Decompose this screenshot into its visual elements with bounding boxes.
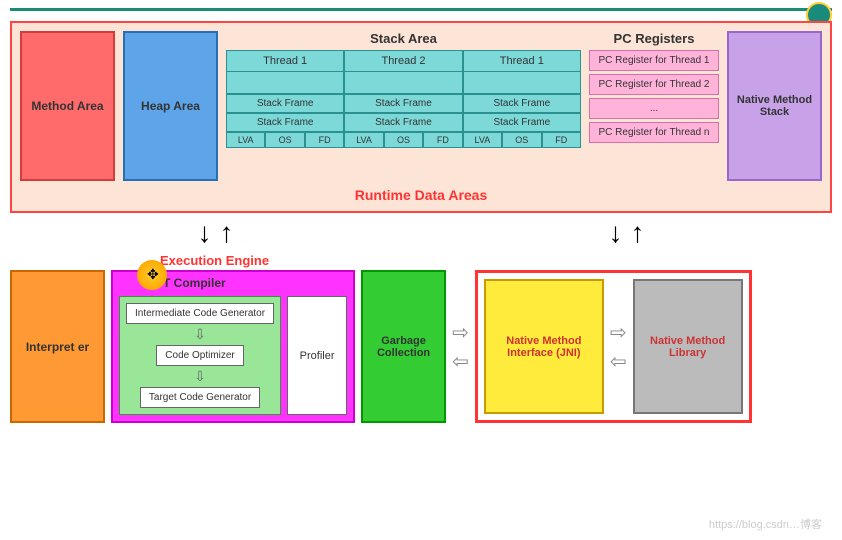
runtime-data-areas: Method Area Heap Area Stack Area Thread … — [10, 21, 832, 213]
arrows-row: ↓↑ ↓↑ — [10, 213, 832, 253]
stack-frame: Stack Frame — [463, 113, 581, 132]
lva-cell: LVA — [463, 132, 502, 148]
method-area-box: Method Area — [20, 31, 115, 181]
pc-registers: PC Registers PC Register for Thread 1 PC… — [589, 31, 719, 181]
stack-frame: Stack Frame — [344, 94, 462, 113]
target-code-generator: Target Code Generator — [140, 387, 260, 408]
pc-register-item: PC Register for Thread 2 — [589, 74, 719, 95]
fd-cell: FD — [423, 132, 462, 148]
native-interface-group: Native Method Interface (JNI) ⇨⇦ Native … — [475, 270, 752, 423]
thread-header: Thread 2 — [344, 50, 462, 72]
stack-area: Stack Area Thread 1 Thread 2 Thread 1 St… — [226, 31, 581, 181]
top-divider — [10, 8, 832, 11]
arrow-down-icon: ⇩ — [194, 326, 206, 343]
arrow-down-icon: ↓ — [609, 217, 623, 249]
stack-frame: Stack Frame — [226, 94, 344, 113]
os-cell: OS — [502, 132, 541, 148]
stack-frame: Stack Frame — [344, 113, 462, 132]
thread-header: Thread 1 — [226, 50, 344, 72]
pc-register-item: PC Register for Thread n — [589, 122, 719, 143]
garbage-collection-box: Garbage Collection — [361, 270, 446, 423]
intermediate-code-generator: Intermediate Code Generator — [126, 303, 274, 324]
arrow-left-icon: ⇦ — [452, 349, 469, 374]
fd-cell: FD — [305, 132, 344, 148]
cursor-icon: ✥ — [147, 266, 159, 283]
arrow-up-icon: ↑ — [631, 217, 645, 249]
arrow-right-icon: ⇨ — [452, 320, 469, 345]
cursor-highlight-icon: ✥ — [137, 260, 167, 290]
interpreter-box: Interpret er — [10, 270, 105, 423]
lva-cell: LVA — [344, 132, 383, 148]
watermark: https://blog.csdn…博客 — [709, 516, 822, 532]
arrow-left-icon: ⇦ — [610, 349, 627, 374]
execution-engine-label: Execution Engine — [160, 253, 832, 268]
h-arrows: ⇨⇦ — [452, 270, 469, 423]
profiler-box: Profiler — [287, 296, 347, 415]
stack-frame: Stack Frame — [463, 94, 581, 113]
native-method-stack-box: Native Method Stack — [727, 31, 822, 181]
jni-box: Native Method Interface (JNI) — [484, 279, 604, 414]
heap-area-box: Heap Area — [123, 31, 218, 181]
jit-title: T Compiler — [163, 276, 226, 290]
h-arrows: ⇨⇦ — [610, 279, 627, 414]
lva-cell: LVA — [226, 132, 265, 148]
os-cell: OS — [265, 132, 304, 148]
fd-cell: FD — [542, 132, 581, 148]
os-cell: OS — [384, 132, 423, 148]
arrow-up-icon: ↑ — [220, 217, 234, 249]
pc-register-item: PC Register for Thread 1 — [589, 50, 719, 71]
pc-register-item: ... — [589, 98, 719, 119]
thread-header: Thread 1 — [463, 50, 581, 72]
arrow-down-icon: ⇩ — [194, 368, 206, 385]
pc-title: PC Registers — [589, 31, 719, 46]
code-optimizer: Code Optimizer — [156, 345, 243, 366]
jit-compiler-box: ✥ T Compiler Intermediate Code Generator… — [111, 270, 355, 423]
native-method-library-box: Native Method Library — [633, 279, 743, 414]
jit-pipeline: Intermediate Code Generator ⇩ Code Optim… — [119, 296, 281, 415]
stack-frame: Stack Frame — [226, 113, 344, 132]
arrow-down-icon: ↓ — [198, 217, 212, 249]
runtime-label: Runtime Data Areas — [20, 187, 822, 203]
arrow-right-icon: ⇨ — [610, 320, 627, 345]
stack-area-title: Stack Area — [226, 31, 581, 46]
